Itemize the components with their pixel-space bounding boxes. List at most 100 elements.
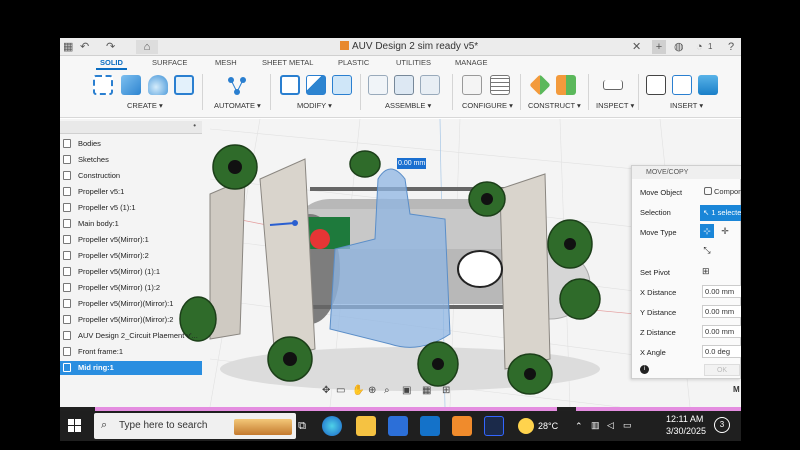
component-icon[interactable] (63, 283, 71, 292)
construct-menu[interactable]: CONSTRUCT ▾ (528, 101, 581, 110)
translate-icon[interactable]: ✛ (718, 224, 732, 238)
undo-icon[interactable]: ↶ (80, 40, 89, 54)
viewports-icon[interactable]: ⊞ (442, 385, 450, 396)
component-icon[interactable] (63, 267, 71, 276)
task-view-icon[interactable]: ⧉ (292, 416, 312, 436)
browser-item[interactable]: Mid ring:1 (60, 361, 202, 375)
browser-item[interactable]: Bodies (60, 137, 202, 151)
volume-icon[interactable]: ◁ (607, 420, 614, 431)
assemble-menu[interactable]: ASSEMBLE ▾ (385, 101, 431, 110)
browser-item[interactable]: Propeller v5(Mirror) (1):2 (60, 281, 202, 295)
component-icon[interactable] (63, 219, 71, 228)
browser-item[interactable]: Propeller v5(Mirror) (1):1 (60, 265, 202, 279)
free-move-icon[interactable]: ⊹ (700, 224, 714, 238)
component-icon[interactable] (63, 187, 71, 196)
grid-icon[interactable]: ▦ (63, 40, 73, 54)
component-icon[interactable] (63, 347, 71, 356)
tab-manage[interactable]: MANAGE (455, 58, 488, 67)
store-icon[interactable] (388, 416, 408, 436)
insert-derive-icon[interactable] (646, 75, 666, 95)
table-icon[interactable] (490, 75, 510, 95)
x-distance-input[interactable]: 0.00 mm (702, 285, 741, 298)
tab-mesh[interactable]: MESH (215, 58, 237, 67)
browser-item[interactable]: Propeller v5(Mirror):2 (60, 249, 202, 263)
extrude-icon[interactable] (121, 75, 141, 95)
component-icon[interactable] (63, 331, 71, 340)
browser-item[interactable]: Propeller v5(Mirror)(Mirror):2 (60, 313, 202, 327)
tab-sheet-metal[interactable]: SHEET METAL (262, 58, 313, 67)
fusion-taskbar-icon[interactable] (452, 416, 472, 436)
chevron-up-icon[interactable]: ⌃ (575, 421, 583, 432)
press-pull-icon[interactable] (280, 75, 300, 95)
3d-viewport[interactable]: 0.00 mm • Bodies Sketches Construction Prop… (60, 119, 741, 407)
zoom-icon[interactable]: ⊕ (368, 385, 376, 396)
folder-icon[interactable] (63, 155, 71, 164)
insert-mcmaster-icon[interactable] (698, 75, 718, 95)
pan-icon[interactable]: ✋ (352, 385, 364, 396)
component-icon[interactable] (63, 235, 71, 244)
z-distance-input[interactable]: 0.00 mm (702, 325, 741, 338)
ok-button[interactable]: OK (704, 364, 740, 376)
measure-icon[interactable] (603, 80, 623, 90)
new-component-icon[interactable] (368, 75, 388, 95)
network-icon[interactable]: ▥ (591, 420, 600, 431)
component-icon[interactable] (63, 299, 71, 308)
revolve-icon[interactable] (148, 75, 168, 95)
x-angle-input[interactable]: 0.0 deg (702, 345, 741, 358)
browser-item[interactable]: Propeller v5(Mirror):1 (60, 233, 202, 247)
automate-icon[interactable] (226, 75, 248, 95)
clock-date[interactable]: 3/30/2025 (666, 426, 706, 436)
folder-icon[interactable] (63, 139, 71, 148)
taskbar-search[interactable]: ⌕ Type here to search (94, 413, 296, 439)
y-distance-input[interactable]: 0.00 mm (702, 305, 741, 318)
file-explorer-icon[interactable] (356, 416, 376, 436)
insert-menu[interactable]: INSERT ▾ (670, 101, 703, 110)
edge-icon[interactable] (322, 416, 342, 436)
browser-item[interactable]: Propeller v5(Mirror)(Mirror):1 (60, 297, 202, 311)
fillet-icon[interactable] (306, 75, 326, 95)
component-icon[interactable] (63, 203, 71, 212)
grid-settings-icon[interactable]: ▦ (422, 385, 431, 396)
distance-input[interactable]: 0.00 mm (397, 158, 426, 169)
windows-start-icon[interactable] (68, 419, 81, 432)
browser-item[interactable]: Propeller v5 (1):1 (60, 201, 202, 215)
look-at-icon[interactable]: ▭ (336, 385, 345, 396)
midplane-icon[interactable] (556, 75, 576, 95)
new-tab-icon[interactable]: + (652, 40, 666, 54)
create-sketch-icon[interactable] (93, 75, 113, 95)
offset-plane-icon[interactable] (529, 74, 551, 96)
display-settings-icon[interactable]: ▣ (402, 385, 411, 396)
clock-icon[interactable]: ◔ (696, 40, 703, 54)
browser-item[interactable]: Construction (60, 169, 202, 183)
tab-utilities[interactable]: UTILITIES (396, 58, 431, 67)
modify-menu[interactable]: MODIFY ▾ (297, 101, 332, 110)
configure-menu[interactable]: CONFIGURE ▾ (462, 101, 513, 110)
outlook-icon[interactable] (420, 416, 440, 436)
home-icon[interactable]: ⌂ (136, 40, 158, 54)
globe-icon[interactable]: ◍ (674, 40, 684, 54)
info-icon[interactable]: i (640, 365, 649, 374)
as-built-joint-icon[interactable] (420, 75, 440, 95)
fit-icon[interactable]: ⌕ (384, 385, 390, 396)
collapse-icon[interactable]: • (193, 121, 196, 130)
pivot-icon[interactable]: ⊞ (702, 265, 714, 277)
inspect-menu[interactable]: INSPECT ▾ (596, 101, 634, 110)
automate-menu[interactable]: AUTOMATE ▾ (214, 101, 261, 110)
move-object-dropdown[interactable]: Compon (702, 186, 741, 199)
browser-item[interactable]: Sketches (60, 153, 202, 167)
redo-icon[interactable]: ↷ (106, 40, 115, 54)
component-icon[interactable] (63, 251, 71, 260)
insert-mesh-icon[interactable] (672, 75, 692, 95)
battery-icon[interactable]: ▭ (623, 420, 632, 431)
browser-item[interactable]: AUV Design 2_Circuit Plaement v'... (60, 329, 202, 343)
browser-item[interactable]: Main body:1 (60, 217, 202, 231)
notification-icon[interactable]: 3 (714, 417, 730, 433)
shell-icon[interactable] (332, 75, 352, 95)
tab-solid[interactable]: SOLID (96, 58, 127, 70)
create-menu[interactable]: CREATE ▾ (127, 101, 163, 110)
orbit-icon[interactable]: ✥ (322, 385, 330, 396)
joint-icon[interactable] (394, 75, 414, 95)
clock-time[interactable]: 12:11 AM (666, 414, 703, 424)
browser-item[interactable]: Propeller v5:1 (60, 185, 202, 199)
component-icon[interactable] (63, 363, 71, 372)
